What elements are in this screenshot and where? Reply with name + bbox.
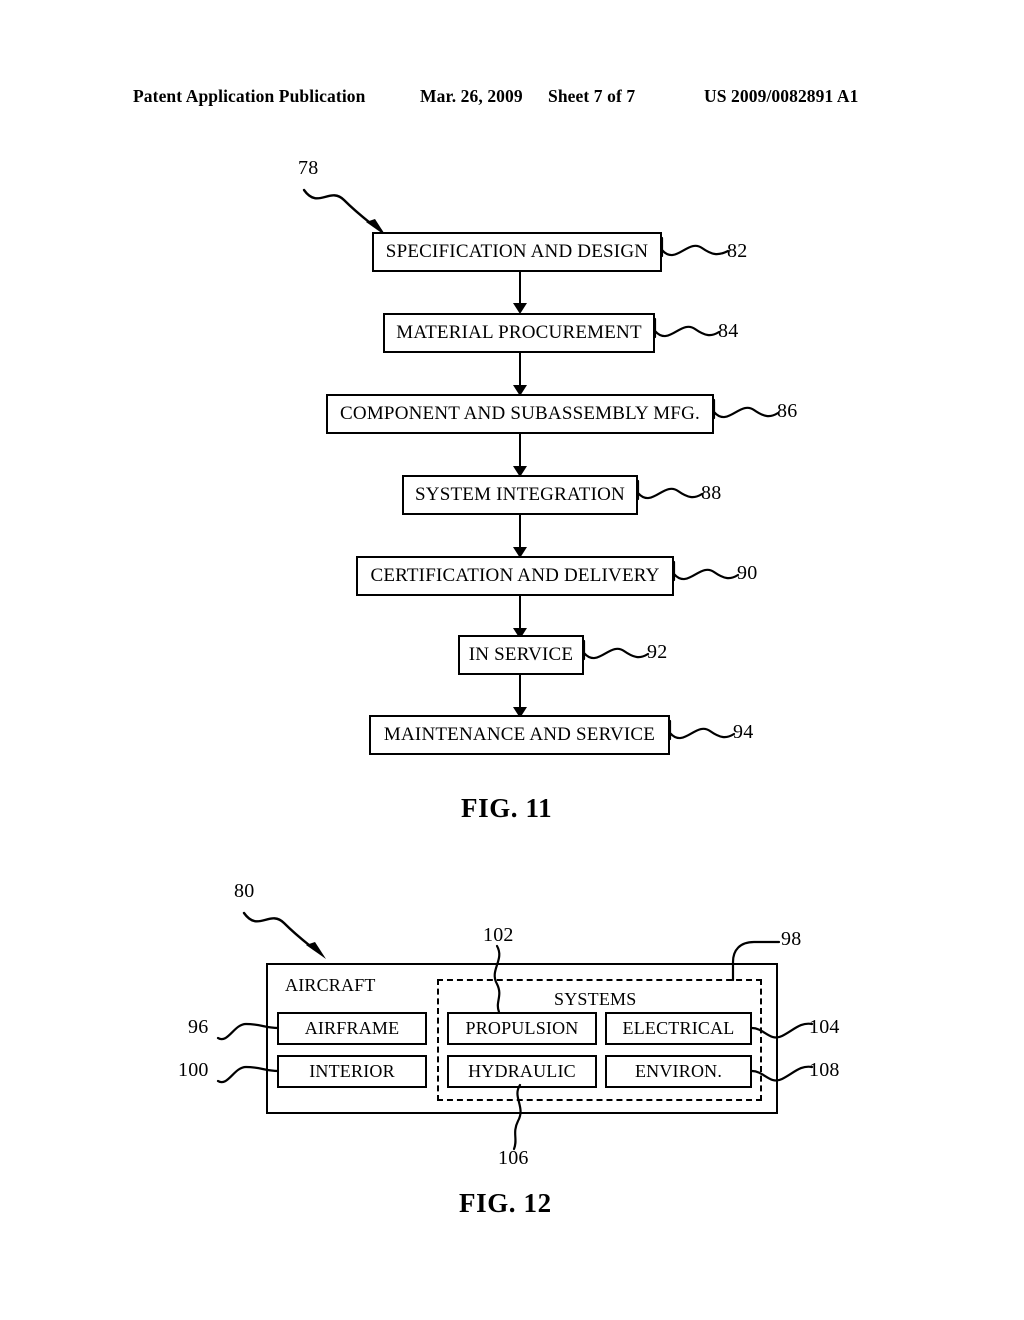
flow-step-label: COMPONENT AND SUBASSEMBLY MFG. (340, 403, 700, 424)
flow-step-label: SYSTEM INTEGRATION (415, 484, 625, 505)
reference-numeral-80: 80 (234, 880, 255, 902)
flow-step-label: SPECIFICATION AND DESIGN (385, 241, 649, 262)
header-publication-type: Patent Application Publication (133, 86, 366, 106)
lead-line-88 (636, 479, 704, 501)
reference-numeral-100: 100 (178, 1059, 209, 1081)
reference-numeral-96: 96 (188, 1016, 209, 1038)
systems-group-label: SYSTEMS (554, 989, 637, 1009)
reference-numeral-98: 98 (781, 928, 802, 950)
reference-numeral-106: 106 (498, 1147, 529, 1169)
reference-numeral-86: 86 (777, 400, 798, 422)
component-label: INTERIOR (309, 1061, 395, 1081)
component-box-hydraulic: HYDRAULIC (447, 1055, 597, 1088)
reference-numeral-84: 84 (718, 320, 739, 342)
flow-step-maintenance-and-service: MAINTENANCE AND SERVICE (369, 715, 670, 755)
figure-12-caption: FIG. 12 (459, 1188, 552, 1218)
component-label: ELECTRICAL (622, 1018, 735, 1038)
flow-step-material-procurement: MATERIAL PROCUREMENT (383, 313, 655, 353)
component-label: HYDRAULIC (468, 1061, 576, 1081)
lead-line-92 (582, 639, 650, 661)
reference-numeral-104: 104 (809, 1016, 840, 1038)
lead-line-82 (660, 236, 730, 258)
component-box-airframe: AIRFRAME (277, 1012, 427, 1045)
figure-11-caption: FIG. 11 (461, 793, 553, 823)
flow-step-in-service: IN SERVICE (458, 635, 584, 675)
lead-line-94 (668, 719, 736, 741)
lead-line-90 (672, 560, 740, 582)
component-box-interior: INTERIOR (277, 1055, 427, 1088)
component-box-propulsion: PROPULSION (447, 1012, 597, 1045)
reference-numeral-102: 102 (483, 924, 514, 946)
component-label: PROPULSION (465, 1018, 579, 1038)
reference-numeral-88: 88 (701, 482, 722, 504)
reference-numeral-108: 108 (809, 1059, 840, 1081)
flow-step-system-integration: SYSTEM INTEGRATION (402, 475, 638, 515)
flow-step-component-and-subassembly-mfg: COMPONENT AND SUBASSEMBLY MFG. (326, 394, 714, 434)
flow-step-label: IN SERVICE (468, 644, 574, 665)
flow-step-label: MAINTENANCE AND SERVICE (383, 724, 656, 745)
flow-step-label: CERTIFICATION AND DELIVERY (370, 565, 660, 586)
component-box-electrical: ELECTRICAL (605, 1012, 752, 1045)
lead-line-78 (302, 188, 386, 236)
component-label: ENVIRON. (634, 1061, 723, 1081)
header-sheet-number: Sheet 7 of 7 (548, 86, 636, 106)
reference-numeral-92: 92 (647, 641, 668, 663)
reference-numeral-90: 90 (737, 562, 758, 584)
flow-step-certification-and-delivery: CERTIFICATION AND DELIVERY (356, 556, 674, 596)
aircraft-group-label: AIRCRAFT (285, 975, 376, 995)
lead-line-86 (712, 398, 780, 420)
reference-numeral-78: 78 (298, 157, 319, 179)
component-label: AIRFRAME (304, 1018, 400, 1038)
component-box-environ: ENVIRON. (605, 1055, 752, 1088)
header-publication-number: US 2009/0082891 A1 (704, 86, 859, 106)
reference-numeral-82: 82 (727, 240, 748, 262)
flow-step-specification-and-design: SPECIFICATION AND DESIGN (372, 232, 662, 272)
lead-line-84 (653, 317, 721, 339)
flow-step-label: MATERIAL PROCUREMENT (396, 322, 642, 343)
header-date: Mar. 26, 2009 (420, 86, 523, 106)
page-header: Patent Application Publication Mar. 26, … (0, 86, 1024, 112)
lead-line-80 (242, 911, 326, 959)
reference-numeral-94: 94 (733, 721, 754, 743)
